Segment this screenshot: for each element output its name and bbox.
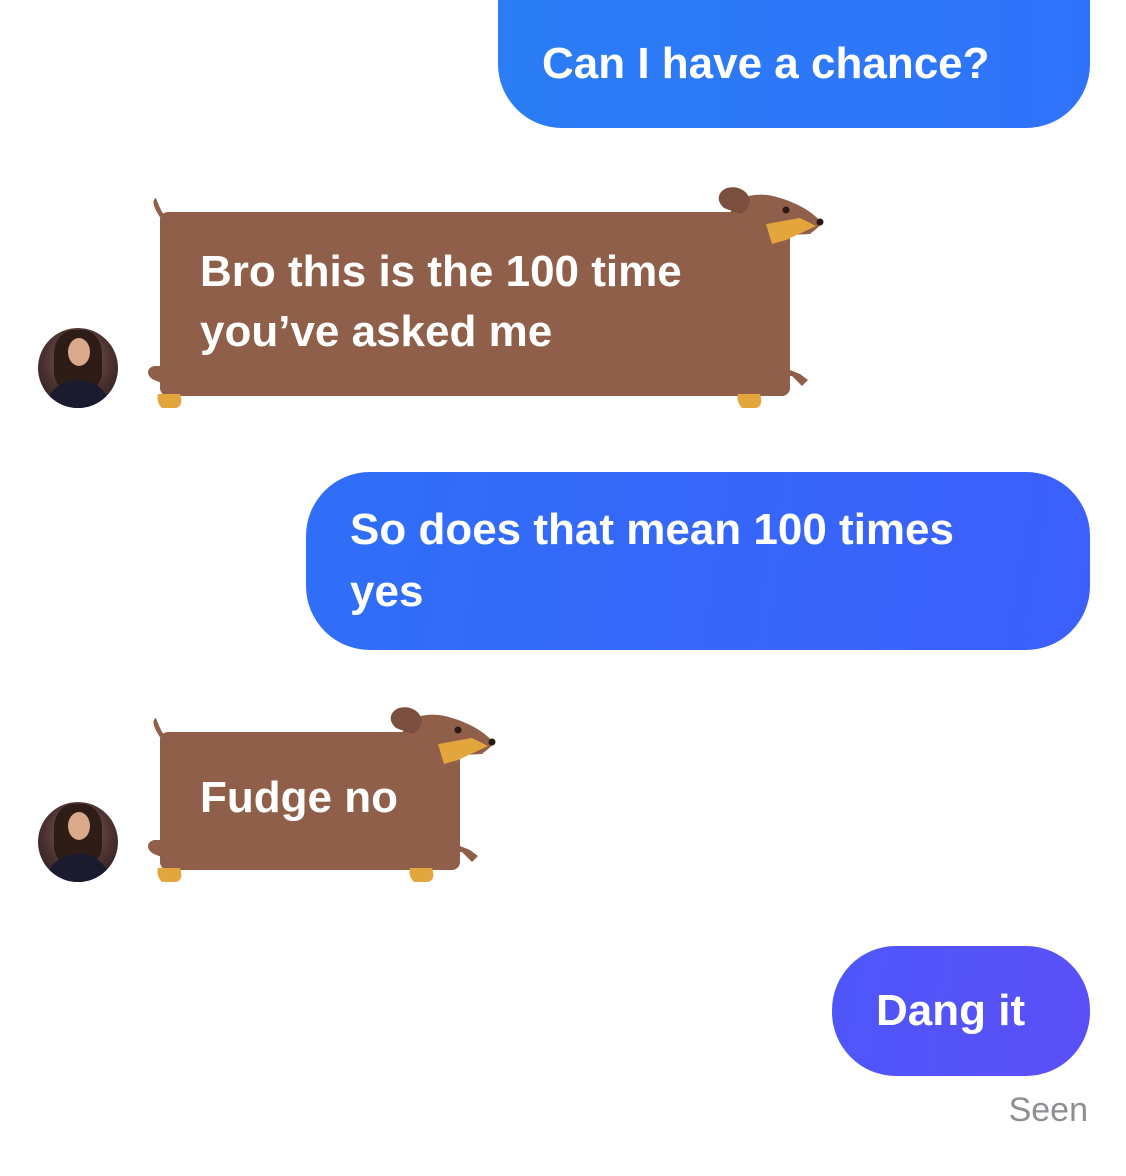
incoming-message-dachshund-bubble[interactable]: Fudge no xyxy=(140,700,500,890)
message-text: Can I have a chance? xyxy=(542,39,990,88)
message-line: Bro this is the 100 time xyxy=(200,247,682,296)
message-thread: Can I have a chance? Bro this is the 100… xyxy=(0,0,1126,1176)
message-text: Fudge no xyxy=(200,773,398,822)
sender-avatar[interactable] xyxy=(38,328,118,408)
message-line: yes xyxy=(350,567,424,616)
message-text: Dang it xyxy=(876,986,1026,1035)
seen-receipt: Seen xyxy=(1008,1091,1088,1129)
message-line: you’ve asked me xyxy=(200,307,553,356)
message-text: So does that mean 100 times yes xyxy=(350,499,954,623)
outgoing-message-bubble[interactable]: So does that mean 100 times yes xyxy=(306,472,1090,650)
outgoing-message-bubble[interactable]: Dang it xyxy=(832,946,1090,1076)
message-line: So does that mean 100 times xyxy=(350,505,954,554)
sender-avatar[interactable] xyxy=(38,802,118,882)
outgoing-message-bubble[interactable]: Can I have a chance? xyxy=(498,0,1090,128)
incoming-message-dachshund-bubble[interactable]: Bro this is the 100 time you’ve asked me xyxy=(140,180,840,420)
message-text: Bro this is the 100 time you’ve asked me xyxy=(200,242,682,362)
